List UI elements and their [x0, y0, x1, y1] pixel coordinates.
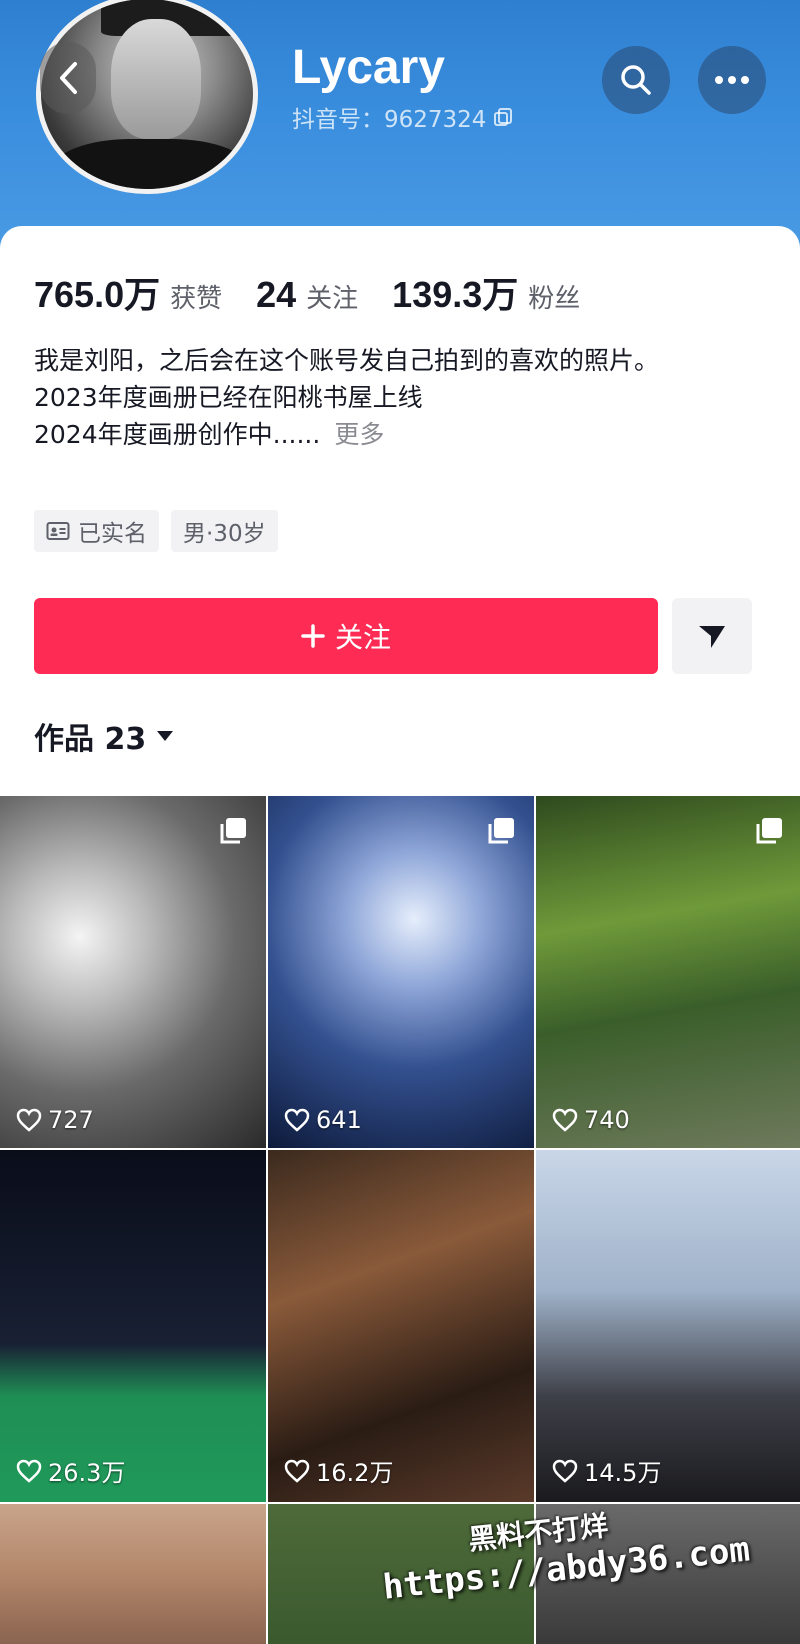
chevron-left-icon	[60, 62, 77, 94]
post-likes-count: 14.5万	[584, 1459, 662, 1487]
avatar-face-shape	[111, 19, 201, 139]
heart-icon	[284, 1459, 310, 1483]
post-likes: 26.3万	[16, 1453, 125, 1488]
copy-icon[interactable]	[492, 106, 514, 128]
stat-likes-value: 765.0万	[34, 274, 161, 315]
bio-line-last: 2024年度画册创作中...... 更多	[34, 416, 754, 453]
username: Lycary	[292, 41, 445, 94]
stat-following-value: 24	[256, 274, 297, 315]
heart-icon	[552, 1108, 578, 1132]
heart-icon	[16, 1459, 42, 1483]
heart-icon	[16, 1108, 42, 1132]
follow-button[interactable]: 关注	[34, 598, 658, 674]
stat-followers[interactable]: 139.3万 粉丝	[392, 266, 580, 318]
stat-following-label: 关注	[306, 284, 359, 314]
post-tile[interactable]: 727	[0, 796, 266, 1148]
tab-works-label: 作品 23	[34, 722, 147, 757]
douyin-id: 抖音号：9627324	[292, 100, 514, 134]
bio-line: 2024年度画册创作中......	[34, 420, 321, 449]
post-tile[interactable]: 16.2万	[268, 1150, 534, 1502]
multi-image-icon	[488, 818, 514, 844]
douyin-id-text: 抖音号：9627324	[292, 107, 487, 133]
share-button[interactable]	[672, 598, 752, 674]
stat-followers-value: 139.3万	[392, 274, 519, 315]
verified-tag: 已实名	[34, 510, 159, 552]
post-tile[interactable]: 740	[536, 796, 800, 1148]
verified-tag-label: 已实名	[78, 521, 147, 547]
send-arrow-icon	[699, 626, 725, 648]
heart-icon	[284, 1108, 310, 1132]
multi-image-icon	[220, 818, 246, 844]
post-likes: 16.2万	[284, 1453, 393, 1488]
more-options-button[interactable]	[698, 46, 766, 114]
follow-button-label: 关注	[334, 621, 391, 654]
more-dots-icon	[715, 76, 749, 84]
avatar-coat-shape	[51, 139, 251, 189]
stat-following[interactable]: 24 关注	[256, 274, 358, 316]
post-likes: 14.5万	[552, 1453, 661, 1488]
tab-works[interactable]: 作品 23	[34, 714, 174, 758]
bio-line: 我是刘阳，之后会在这个账号发自己拍到的喜欢的照片。	[34, 346, 660, 375]
post-likes-count: 641	[316, 1106, 362, 1134]
post-likes: 641	[284, 1106, 362, 1134]
plus-icon	[301, 624, 325, 648]
bio-more-link[interactable]: 更多	[334, 420, 384, 449]
stat-likes-label: 获赞	[170, 284, 223, 314]
search-icon	[621, 65, 651, 95]
stats-row: 765.0万 获赞 24 关注 139.3万 粉丝	[34, 266, 614, 318]
heart-icon	[552, 1459, 578, 1483]
id-card-icon	[46, 522, 70, 540]
profile-header: Lycary 抖音号：9627324	[0, 0, 800, 260]
post-likes-count: 16.2万	[316, 1459, 394, 1487]
post-likes-count: 740	[584, 1106, 630, 1134]
post-tile[interactable]	[0, 1504, 266, 1644]
bio: 我是刘阳，之后会在这个账号发自己拍到的喜欢的照片。 2023年度画册已经在阳桃书…	[34, 342, 754, 453]
post-tile[interactable]: 641	[268, 796, 534, 1148]
stat-followers-label: 粉丝	[528, 284, 581, 314]
caret-down-icon	[157, 731, 174, 741]
gender-age-tag: 男·30岁	[171, 510, 278, 552]
search-button[interactable]	[602, 46, 670, 114]
post-likes: 727	[16, 1106, 94, 1134]
multi-image-icon	[756, 818, 782, 844]
stat-likes[interactable]: 765.0万 获赞	[34, 266, 222, 318]
gender-age-label: 男·30岁	[183, 521, 266, 547]
post-tile[interactable]: 26.3万	[0, 1150, 266, 1502]
post-likes-count: 727	[48, 1106, 94, 1134]
back-button[interactable]	[40, 42, 96, 114]
bio-line: 2023年度画册已经在阳桃书屋上线	[34, 383, 423, 412]
post-likes-count: 26.3万	[48, 1459, 126, 1487]
post-likes: 740	[552, 1106, 630, 1134]
profile-tags: 已实名 男·30岁	[34, 510, 278, 552]
post-tile[interactable]: 14.5万	[536, 1150, 800, 1502]
